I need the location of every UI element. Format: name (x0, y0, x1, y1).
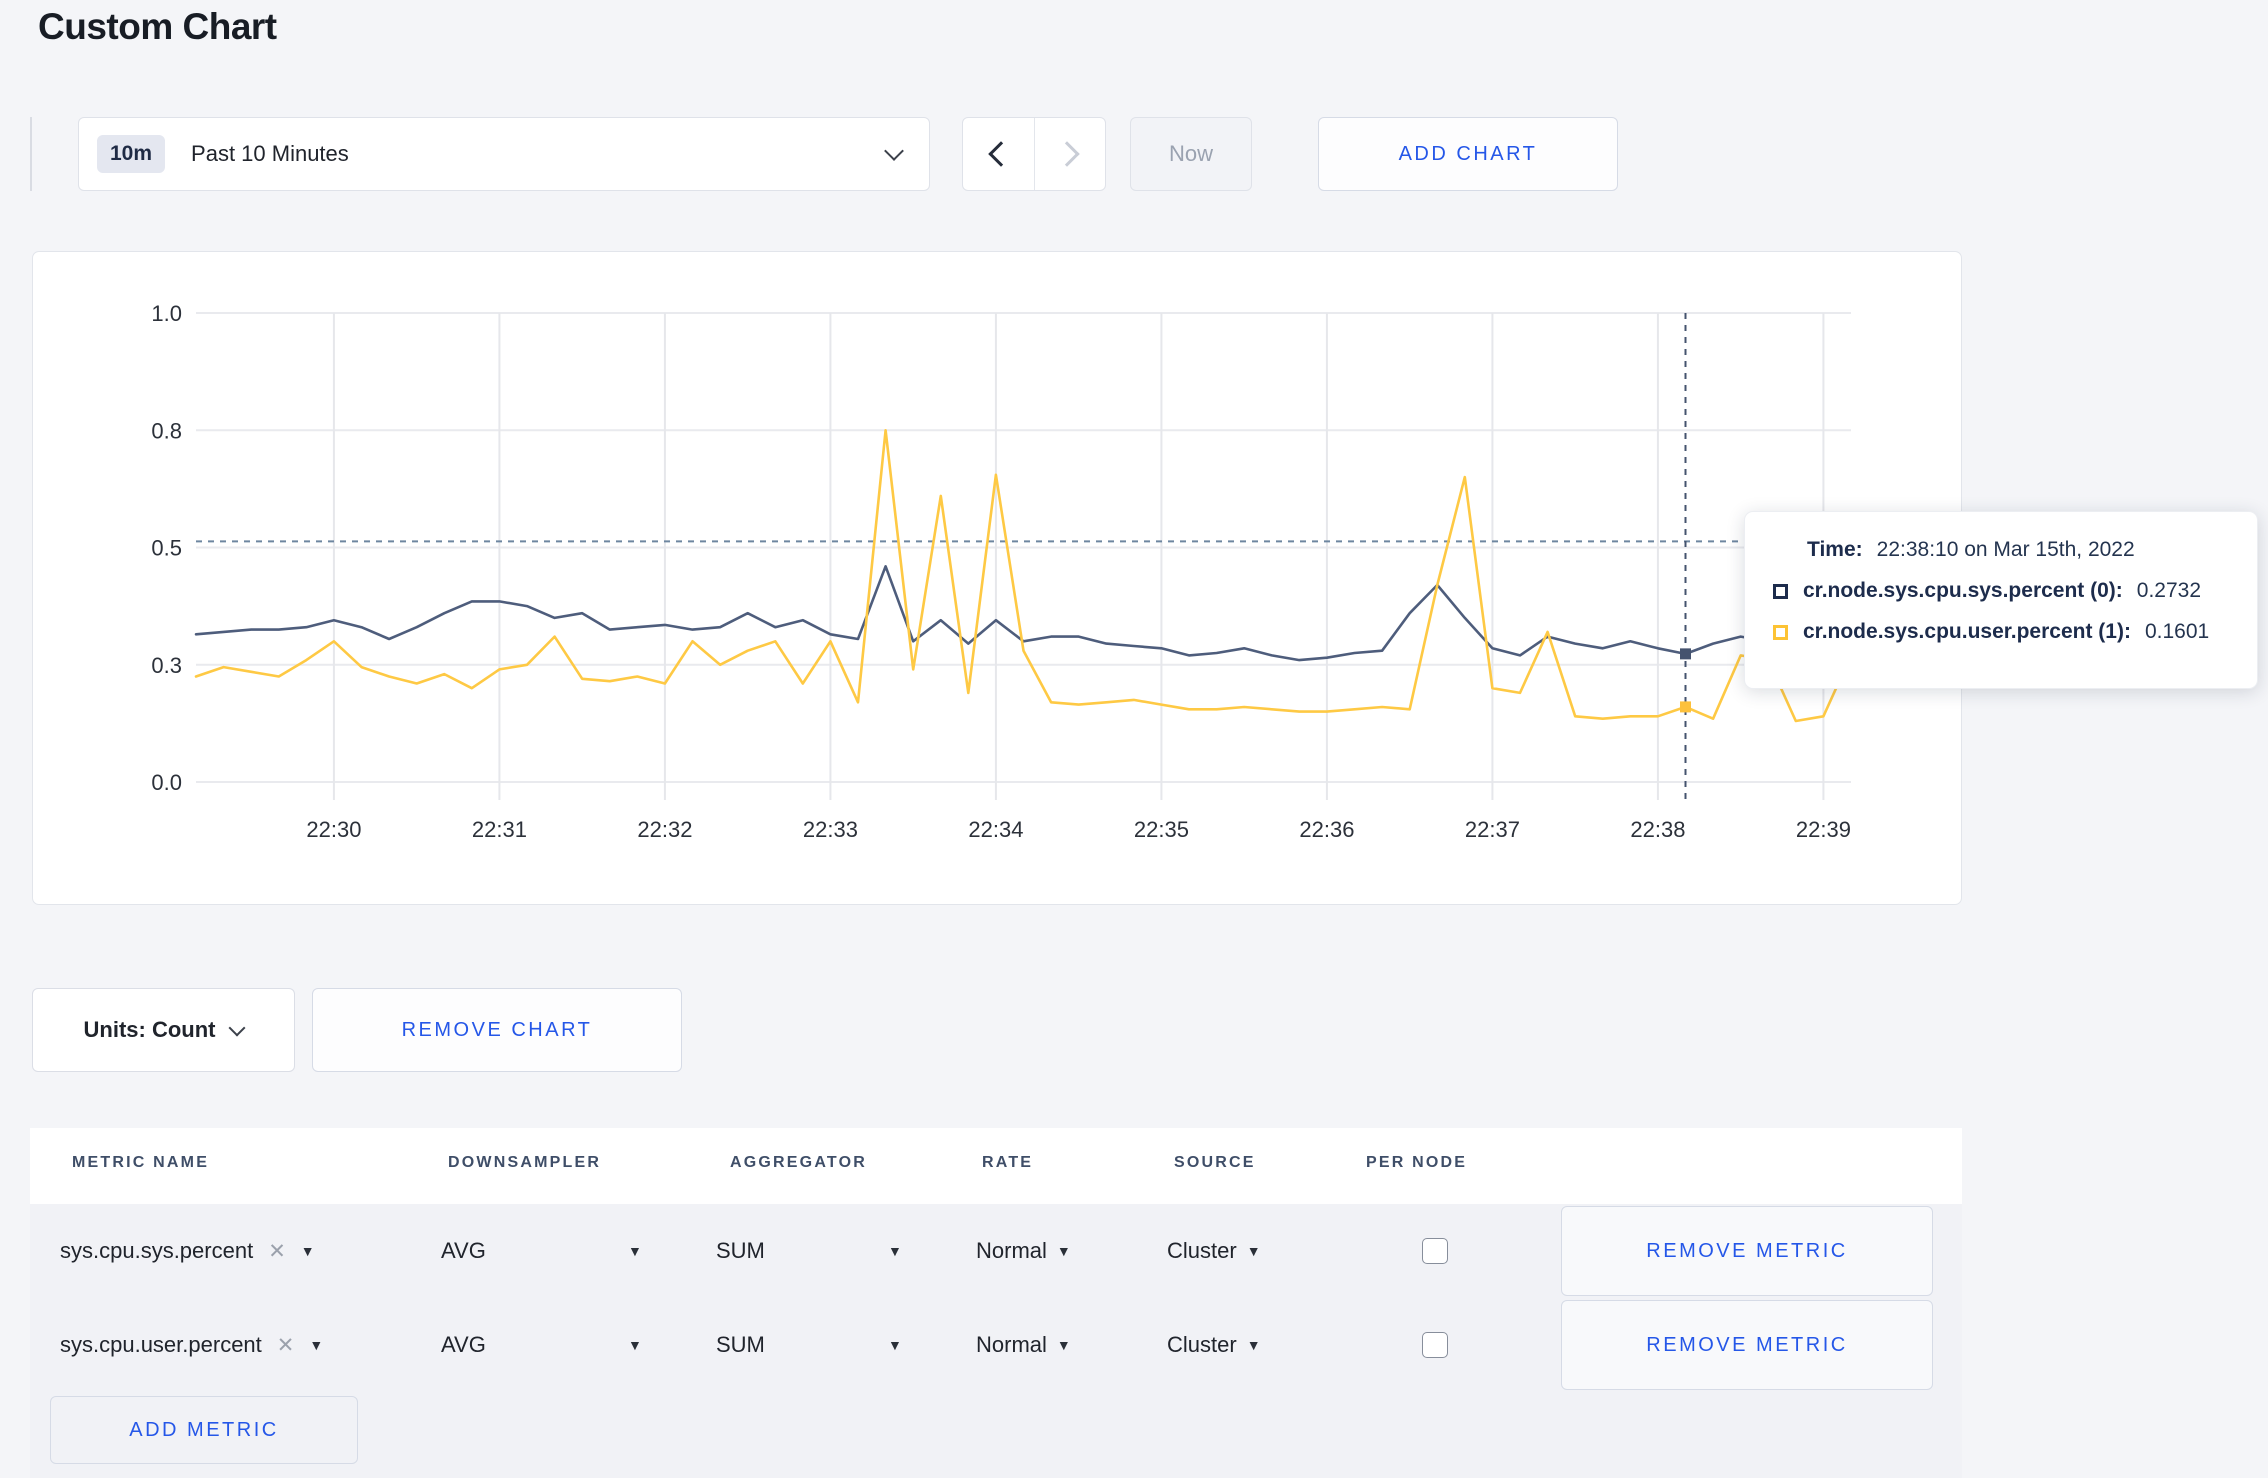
column-header-source: SOURCE (1174, 1154, 1256, 1171)
remove-metric-button[interactable]: REMOVE METRIC (1561, 1206, 1933, 1296)
add-chart-button[interactable]: ADD CHART (1318, 117, 1618, 191)
aggregator-dropdown[interactable]: SUM ▼ (716, 1204, 902, 1298)
dropdown-caret-icon: ▼ (1056, 1243, 1071, 1259)
tooltip-series-row: cr.node.sys.cpu.sys.percent (0): 0.2732 (1773, 579, 2237, 603)
next-range-button[interactable] (1033, 118, 1106, 190)
clear-metric-icon[interactable]: ✕ (268, 1239, 286, 1264)
x-axis-tick-label: 22:36 (1299, 817, 1354, 842)
downsampler-value: AVG (441, 1238, 486, 1263)
time-nav-group (962, 117, 1106, 191)
y-axis-tick-label: 0.5 (151, 536, 182, 561)
dropdown-caret-icon: ▼ (628, 1243, 642, 1259)
tooltip-time-value: 22:38:10 on Mar 15th, 2022 (1876, 538, 2135, 561)
tooltip-series-value: 0.2732 (2136, 579, 2202, 602)
rate-value: Normal (976, 1238, 1047, 1263)
x-axis-tick-label: 22:38 (1630, 817, 1685, 842)
series-swatch-icon (1773, 624, 1788, 640)
x-axis-tick-label: 22:33 (803, 817, 858, 842)
downsampler-dropdown[interactable]: AVG ▼ (441, 1204, 642, 1298)
series-swatch-icon (1773, 583, 1788, 599)
x-axis-tick-label: 22:39 (1796, 817, 1851, 842)
tooltip-series-row: cr.node.sys.cpu.user.percent (1): 0.1601 (1773, 620, 2237, 644)
remove-metric-button[interactable]: REMOVE METRIC (1561, 1300, 1933, 1390)
tooltip-time-row: Time: 22:38:10 on Mar 15th, 2022 (1807, 538, 2237, 562)
hover-point-marker-1 (1680, 701, 1691, 713)
tooltip-series-value: 0.1601 (2144, 620, 2210, 643)
aggregator-dropdown[interactable]: SUM ▼ (716, 1298, 902, 1392)
source-dropdown[interactable]: Cluster ▼ (1167, 1204, 1261, 1298)
units-dropdown[interactable]: Units: Count (32, 988, 295, 1072)
chevron-down-icon (884, 141, 904, 161)
rate-value: Normal (976, 1332, 1047, 1357)
toolbar-divider (30, 117, 32, 191)
chart-tooltip: Time: 22:38:10 on Mar 15th, 2022 cr.node… (1744, 511, 2258, 689)
y-axis-tick-label: 1.0 (151, 301, 182, 326)
metric-name-dropdown[interactable]: sys.cpu.user.percent ✕ ▼ (60, 1298, 323, 1392)
source-dropdown[interactable]: Cluster ▼ (1167, 1298, 1261, 1392)
dropdown-caret-icon: ▼ (1056, 1337, 1071, 1353)
units-label: Units: Count (83, 1017, 216, 1042)
chevron-left-icon (988, 141, 1014, 167)
dropdown-caret-icon: ▼ (1246, 1337, 1261, 1353)
dropdown-caret-icon: ▼ (300, 1243, 315, 1259)
aggregator-value: SUM (716, 1332, 765, 1357)
y-axis-tick-label: 0.8 (151, 418, 182, 443)
column-header-aggregator: AGGREGATOR (730, 1154, 867, 1171)
custom-chart-page: { "page": { "title": "Custom Chart" }, "… (0, 0, 2268, 1478)
column-header-rate: RATE (982, 1154, 1034, 1171)
page-title: Custom Chart (38, 6, 277, 47)
column-header-per-node: PER NODE (1366, 1154, 1468, 1171)
dropdown-caret-icon: ▼ (1246, 1243, 1261, 1259)
per-node-checkbox[interactable] (1422, 1332, 1448, 1358)
x-axis-tick-label: 22:31 (472, 817, 527, 842)
per-node-checkbox[interactable] (1422, 1238, 1448, 1264)
add-metric-button[interactable]: ADD METRIC (50, 1396, 358, 1464)
dropdown-caret-icon: ▼ (309, 1337, 324, 1353)
chevron-right-icon (1054, 141, 1080, 167)
column-header-downsampler: DOWNSAMPLER (448, 1154, 602, 1171)
y-axis-tick-label: 0.0 (151, 770, 182, 795)
chevron-down-icon (228, 1019, 246, 1037)
x-axis-tick-label: 22:34 (968, 817, 1023, 842)
source-value: Cluster (1167, 1238, 1237, 1263)
prev-range-button[interactable] (963, 118, 1034, 190)
rate-dropdown[interactable]: Normal ▼ (976, 1298, 1071, 1392)
line-chart[interactable]: 0.0 0.3 0.5 0.8 1.0 22:30 22:31 22:32 22:33 22:34… (33, 252, 1963, 906)
time-range-label: Past 10 Minutes (191, 141, 349, 166)
metric-name-value: sys.cpu.user.percent (60, 1332, 262, 1357)
downsampler-value: AVG (441, 1332, 486, 1357)
downsampler-dropdown[interactable]: AVG ▼ (441, 1298, 642, 1392)
x-axis-tick-label: 22:37 (1465, 817, 1520, 842)
metrics-table-header: METRIC NAME DOWNSAMPLER AGGREGATOR RATE SOUR… (30, 1128, 1962, 1204)
time-range-badge: 10m (97, 135, 166, 173)
series-line-1 (194, 429, 1853, 723)
remove-chart-button[interactable]: REMOVE CHART (312, 988, 682, 1072)
table-row: sys.cpu.user.percent ✕ ▼ AVG ▼ SUM ▼ Normal ▼ Clu… (30, 1298, 1962, 1392)
rate-dropdown[interactable]: Normal ▼ (976, 1204, 1071, 1298)
time-range-dropdown[interactable]: 10m Past 10 Minutes (78, 117, 930, 191)
dropdown-caret-icon: ▼ (888, 1243, 902, 1259)
now-button[interactable]: Now (1130, 117, 1252, 191)
x-axis-tick-label: 22:35 (1134, 817, 1189, 842)
table-row: sys.cpu.sys.percent ✕ ▼ AVG ▼ SUM ▼ Normal ▼ Clus… (30, 1204, 1962, 1298)
clear-metric-icon[interactable]: ✕ (277, 1333, 295, 1358)
chart-card: 0.0 0.3 0.5 0.8 1.0 22:30 22:31 22:32 22:33 22:34… (32, 251, 1962, 905)
dropdown-caret-icon: ▼ (628, 1337, 642, 1353)
tooltip-series-label: cr.node.sys.cpu.user.percent (1): (1803, 620, 2131, 643)
metric-name-dropdown[interactable]: sys.cpu.sys.percent ✕ ▼ (60, 1204, 315, 1298)
column-header-metric-name: METRIC NAME (72, 1154, 210, 1171)
source-value: Cluster (1167, 1332, 1237, 1357)
y-axis-tick-label: 0.3 (151, 653, 182, 678)
metrics-table-body: ADD METRIC sys.cpu.sys.percent ✕ ▼ AVG ▼ SUM ▼… (30, 1204, 1962, 1478)
tooltip-series-label: cr.node.sys.cpu.sys.percent (0): (1803, 579, 2123, 602)
tooltip-time-label: Time: (1807, 538, 1863, 561)
aggregator-value: SUM (716, 1238, 765, 1263)
x-axis-tick-label: 22:32 (637, 817, 692, 842)
metric-name-value: sys.cpu.sys.percent (60, 1238, 254, 1263)
x-axis-tick-label: 22:30 (306, 817, 361, 842)
hover-point-marker-0 (1680, 648, 1691, 660)
dropdown-caret-icon: ▼ (888, 1337, 902, 1353)
